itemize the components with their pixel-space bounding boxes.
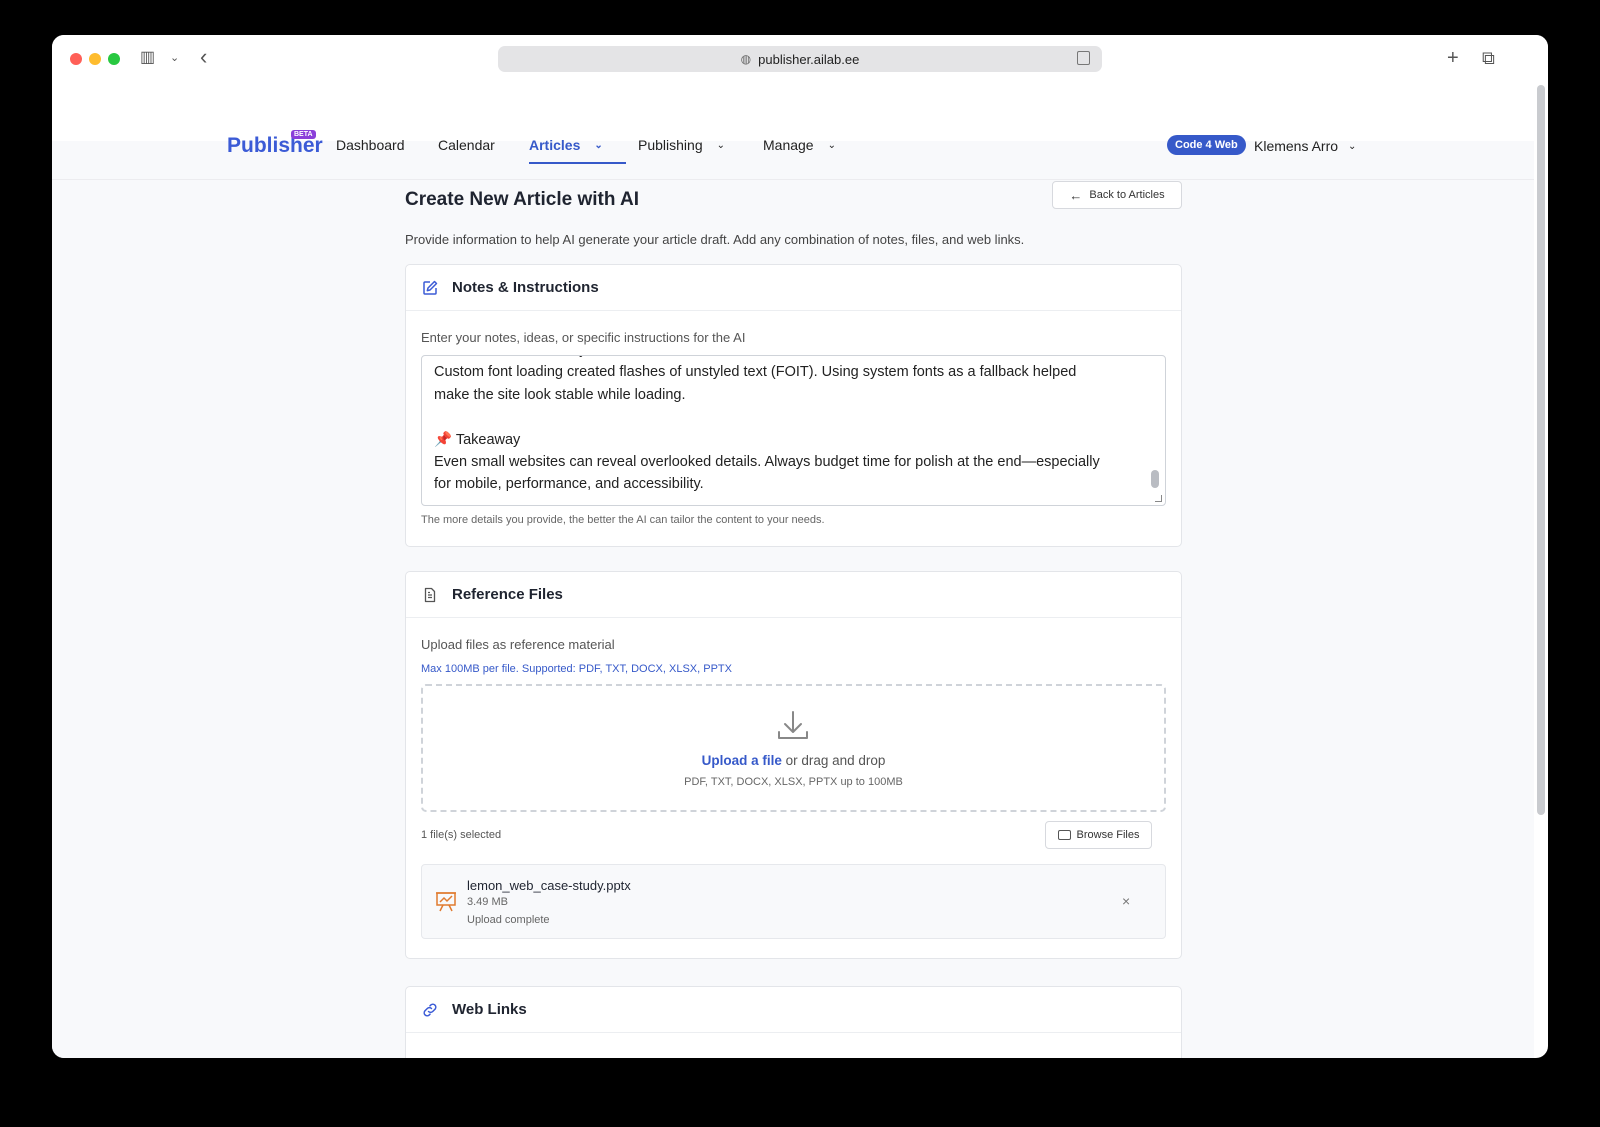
notes-label: Enter your notes, ideas, or specific ins… [421, 330, 746, 345]
upload-file-link[interactable]: Upload a file [702, 753, 782, 768]
chevron-down-icon: ⌄ [716, 139, 725, 151]
notes-text: 3. Fonts Can Break Layouts Custom font l… [434, 356, 1100, 493]
links-card-title: Web Links [452, 1001, 527, 1018]
user-menu[interactable]: Klemens Arro ⌄ [1254, 138, 1356, 154]
browser-toolbar: ▥ ⌄ ‹ ◍ publisher.ailab.ee + ⧉ [52, 35, 1548, 85]
chevron-down-icon: ⌄ [1348, 140, 1357, 152]
notes-card: Notes & Instructions Enter your notes, i… [405, 264, 1182, 547]
files-card-title: Reference Files [452, 586, 563, 603]
page-title: Create New Article with AI [405, 189, 640, 210]
web-links-card: Web Links [405, 986, 1182, 1058]
user-name: Klemens Arro [1254, 138, 1339, 154]
nav-calendar[interactable]: Calendar [438, 137, 495, 153]
sidebar-toggle-icon[interactable]: ▥ [140, 47, 155, 69]
file-size: 3.49 MB [467, 896, 508, 908]
reference-files-card: Reference Files Upload files as referenc… [405, 571, 1182, 959]
download-icon [775, 708, 811, 744]
close-window-button[interactable] [70, 53, 82, 65]
browse-files-button[interactable]: Browse Files [1045, 821, 1152, 849]
dropzone-subtext: PDF, TXT, DOCX, XLSX, PPTX up to 100MB [684, 776, 903, 788]
links-card-header: Web Links [406, 987, 1181, 1033]
tab-overview-icon[interactable]: ⧉ [1482, 47, 1495, 69]
nav-manage[interactable]: Manage ⌄ [763, 137, 836, 153]
chevron-down-icon[interactable]: ⌄ [170, 47, 179, 69]
page-scroll-thumb[interactable] [1537, 85, 1545, 815]
selected-files-count: 1 file(s) selected [421, 829, 502, 841]
beta-badge: BETA [291, 130, 316, 139]
nav-publishing[interactable]: Publishing ⌄ [638, 137, 725, 153]
edit-icon [422, 280, 438, 296]
notes-textarea[interactable]: 3. Fonts Can Break Layouts Custom font l… [421, 355, 1166, 506]
app-navbar: Publisher BETA Dashboard Calendar Articl… [52, 85, 1534, 180]
back-to-articles-button[interactable]: ← Back to Articles [1052, 181, 1182, 209]
nav-publishing-label: Publishing [638, 137, 703, 153]
notes-hint: The more details you provide, the better… [421, 514, 825, 526]
reader-mode-icon[interactable] [1077, 51, 1090, 65]
notes-card-title: Notes & Instructions [452, 279, 599, 296]
textarea-scroll-thumb[interactable] [1151, 470, 1159, 488]
file-name: lemon_web_case-study.pptx [467, 878, 631, 893]
nav-articles-label: Articles [529, 137, 581, 153]
page-scrollbar[interactable] [1534, 85, 1548, 1058]
nav-dashboard[interactable]: Dashboard [336, 137, 405, 153]
address-bar[interactable]: ◍ publisher.ailab.ee [498, 46, 1102, 72]
globe-icon: ◍ [740, 52, 752, 66]
presentation-file-icon [435, 890, 457, 912]
files-label: Upload files as reference material [421, 637, 615, 652]
file-status: Upload complete [467, 914, 550, 926]
org-badge[interactable]: Code 4 Web [1167, 135, 1246, 155]
nav-dashboard-label: Dashboard [336, 137, 405, 153]
document-icon [422, 587, 438, 603]
browser-window: ▥ ⌄ ‹ ◍ publisher.ailab.ee + ⧉ Create Ne… [52, 35, 1548, 1058]
resize-handle-icon[interactable] [1155, 495, 1162, 502]
dropzone-text: Upload a file or drag and drop [423, 753, 1164, 768]
minimize-window-button[interactable] [89, 53, 101, 65]
browse-files-label: Browse Files [1076, 829, 1140, 841]
folder-icon [1057, 830, 1071, 840]
maximize-window-button[interactable] [108, 53, 120, 65]
nav-articles[interactable]: Articles ⌄ [529, 137, 603, 153]
back-button-label: Back to Articles [1089, 189, 1165, 201]
link-icon [422, 1002, 438, 1018]
drag-drop-text: or drag and drop [781, 753, 886, 768]
file-list-item: lemon_web_case-study.pptx 3.49 MB Upload… [421, 864, 1166, 939]
files-card-header: Reference Files [406, 572, 1181, 618]
remove-file-icon[interactable]: × [1122, 893, 1130, 909]
active-nav-underline [529, 162, 626, 164]
chevron-down-icon: ⌄ [594, 139, 603, 151]
files-limits: Max 100MB per file. Supported: PDF, TXT,… [421, 663, 732, 675]
page-intro: Provide information to help AI generate … [405, 232, 1025, 247]
back-nav-icon[interactable]: ‹ [200, 46, 207, 68]
address-url: publisher.ailab.ee [758, 51, 860, 67]
file-dropzone[interactable]: Upload a file or drag and drop PDF, TXT,… [421, 684, 1166, 812]
nav-calendar-label: Calendar [438, 137, 495, 153]
notes-card-header: Notes & Instructions [406, 265, 1181, 311]
arrow-left-icon: ← [1069, 187, 1083, 203]
chevron-down-icon: ⌄ [827, 139, 836, 151]
new-tab-icon[interactable]: + [1447, 47, 1459, 69]
page-content: Create New Article with AI ← Back to Art… [52, 141, 1534, 1058]
nav-manage-label: Manage [763, 137, 814, 153]
textarea-scrollbar[interactable] [1151, 356, 1163, 505]
